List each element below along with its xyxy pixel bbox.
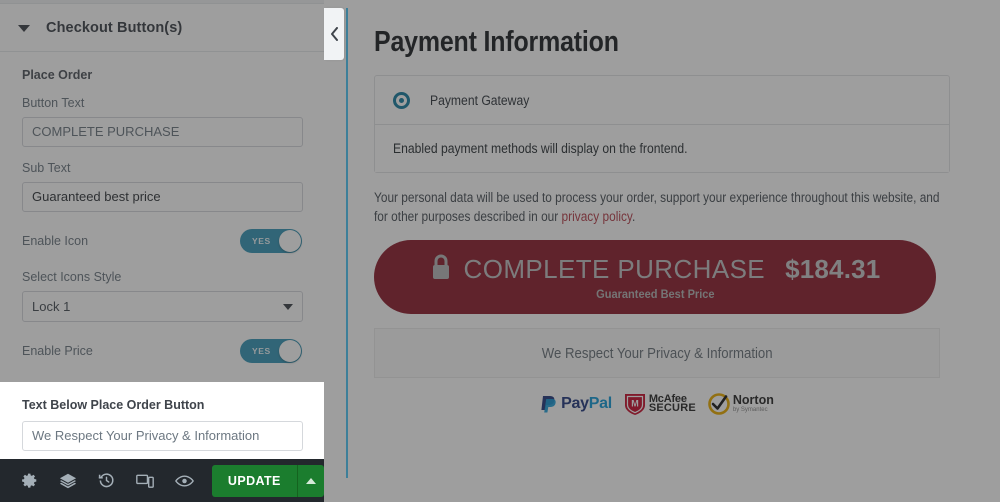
text-below-input[interactable]: We Respect Your Privacy & Information bbox=[22, 421, 303, 451]
norton-checkmark-icon bbox=[708, 393, 730, 415]
chevron-down-icon[interactable] bbox=[283, 303, 293, 310]
norton-line2: by Symantec bbox=[732, 407, 768, 413]
icons-style-value: Lock 1 bbox=[32, 299, 71, 314]
enable-icon-toggle-state: YES bbox=[252, 236, 271, 246]
payment-gateway-option[interactable]: Payment Gateway bbox=[375, 76, 949, 125]
panel-title: Checkout Button(s) bbox=[46, 19, 183, 36]
payment-gateway-note: Enabled payment methods will display on … bbox=[375, 125, 949, 172]
panel-collapse-button[interactable] bbox=[324, 8, 344, 60]
editor-bottom-toolbar: UPDATE bbox=[0, 459, 324, 502]
update-options-button[interactable] bbox=[297, 464, 324, 497]
purchase-button-sub-label: Guaranteed Best Price bbox=[595, 286, 715, 301]
field-label-button-text: Button Text bbox=[22, 96, 85, 110]
update-button[interactable]: UPDATE bbox=[211, 464, 298, 497]
field-label-enable-icon: Enable Icon bbox=[22, 234, 89, 248]
preview-area: Payment Information Payment Gateway Enab… bbox=[324, 0, 1000, 502]
field-sub-text: Sub Text Guaranteed best price bbox=[22, 161, 303, 212]
norton-line1: Norton bbox=[732, 393, 774, 407]
settings-gear-icon[interactable] bbox=[10, 459, 49, 502]
section-label-place-order: Place Order bbox=[22, 68, 93, 82]
toggle-knob bbox=[279, 340, 301, 362]
trust-badges: PayPal M McAfee SECURE Norton by Symante… bbox=[374, 392, 940, 416]
preview-eye-icon[interactable] bbox=[165, 459, 204, 502]
field-enable-icon: Enable Icon YES bbox=[22, 226, 302, 256]
mcafee-shield-icon: M bbox=[624, 394, 645, 415]
paypal-text-pay: Pay bbox=[561, 395, 589, 412]
enable-icon-toggle[interactable]: YES bbox=[240, 229, 302, 253]
mcafee-line2: SECURE bbox=[648, 402, 696, 414]
complete-purchase-button[interactable]: COMPLETE PURCHASE $184.31 Guaranteed Bes… bbox=[374, 240, 936, 314]
privacy-strip-text: We Respect Your Privacy & Information bbox=[541, 344, 773, 362]
sub-text-input[interactable]: Guaranteed best price bbox=[22, 182, 303, 212]
responsive-mode-icon[interactable] bbox=[126, 459, 165, 502]
privacy-paragraph-part1: Your personal data will be used to proce… bbox=[374, 190, 940, 224]
enable-price-toggle-state: YES bbox=[252, 346, 271, 356]
icons-style-select[interactable]: Lock 1 bbox=[22, 291, 303, 322]
purchase-button-label: COMPLETE PURCHASE bbox=[463, 254, 766, 284]
history-clock-icon[interactable] bbox=[87, 459, 126, 502]
paypal-badge: PayPal bbox=[540, 395, 612, 414]
caret-up-icon bbox=[306, 477, 317, 484]
privacy-strip: We Respect Your Privacy & Information bbox=[374, 328, 940, 378]
panel-header[interactable]: Checkout Button(s) bbox=[0, 4, 324, 52]
chevron-left-icon bbox=[330, 27, 338, 41]
page-title: Payment Information bbox=[374, 26, 619, 58]
purchase-button-main-row: COMPLETE PURCHASE $184.31 bbox=[430, 254, 881, 286]
button-text-input[interactable]: COMPLETE PURCHASE bbox=[22, 117, 303, 147]
paypal-logo-icon bbox=[541, 395, 556, 412]
svg-text:M: M bbox=[631, 399, 639, 409]
privacy-policy-link[interactable]: privacy policy bbox=[562, 209, 632, 224]
panel-accent-line bbox=[346, 8, 348, 478]
privacy-paragraph-part2: . bbox=[631, 209, 636, 224]
payment-gateway-box: Payment Gateway Enabled payment methods … bbox=[374, 75, 950, 173]
checkout-content-card: Payment Information Payment Gateway Enab… bbox=[350, 0, 974, 438]
field-label-enable-price: Enable Price bbox=[22, 344, 93, 358]
toggle-knob bbox=[279, 230, 301, 252]
radio-selected-icon[interactable] bbox=[393, 91, 410, 109]
field-text-below-place-order: Text Below Place Order Button We Respect… bbox=[0, 382, 324, 459]
field-button-text: Button Text COMPLETE PURCHASE bbox=[22, 96, 303, 147]
payment-gateway-note-text: Enabled payment methods will display on … bbox=[393, 141, 688, 156]
field-icons-style: Select Icons Style Lock 1 bbox=[22, 270, 303, 322]
field-label-sub-text: Sub Text bbox=[22, 161, 71, 175]
mcafee-secure-badge: M McAfee SECURE bbox=[624, 392, 696, 416]
field-label-icons-style: Select Icons Style bbox=[22, 270, 122, 284]
navigator-layers-icon[interactable] bbox=[49, 459, 88, 502]
payment-gateway-label: Payment Gateway bbox=[430, 92, 530, 108]
purchase-button-price: $184.31 bbox=[785, 254, 881, 284]
screen-root: Payment Information Payment Gateway Enab… bbox=[0, 0, 1000, 502]
caret-down-icon[interactable] bbox=[18, 25, 30, 32]
field-enable-price: Enable Price YES bbox=[22, 336, 302, 366]
paypal-text-pal: Pal bbox=[588, 395, 612, 412]
lock-icon bbox=[430, 254, 452, 286]
field-label-text-below: Text Below Place Order Button bbox=[22, 398, 205, 412]
privacy-paragraph: Your personal data will be used to proce… bbox=[374, 188, 954, 226]
norton-badge: Norton by Symantec bbox=[708, 393, 774, 415]
enable-price-toggle[interactable]: YES bbox=[240, 339, 302, 363]
